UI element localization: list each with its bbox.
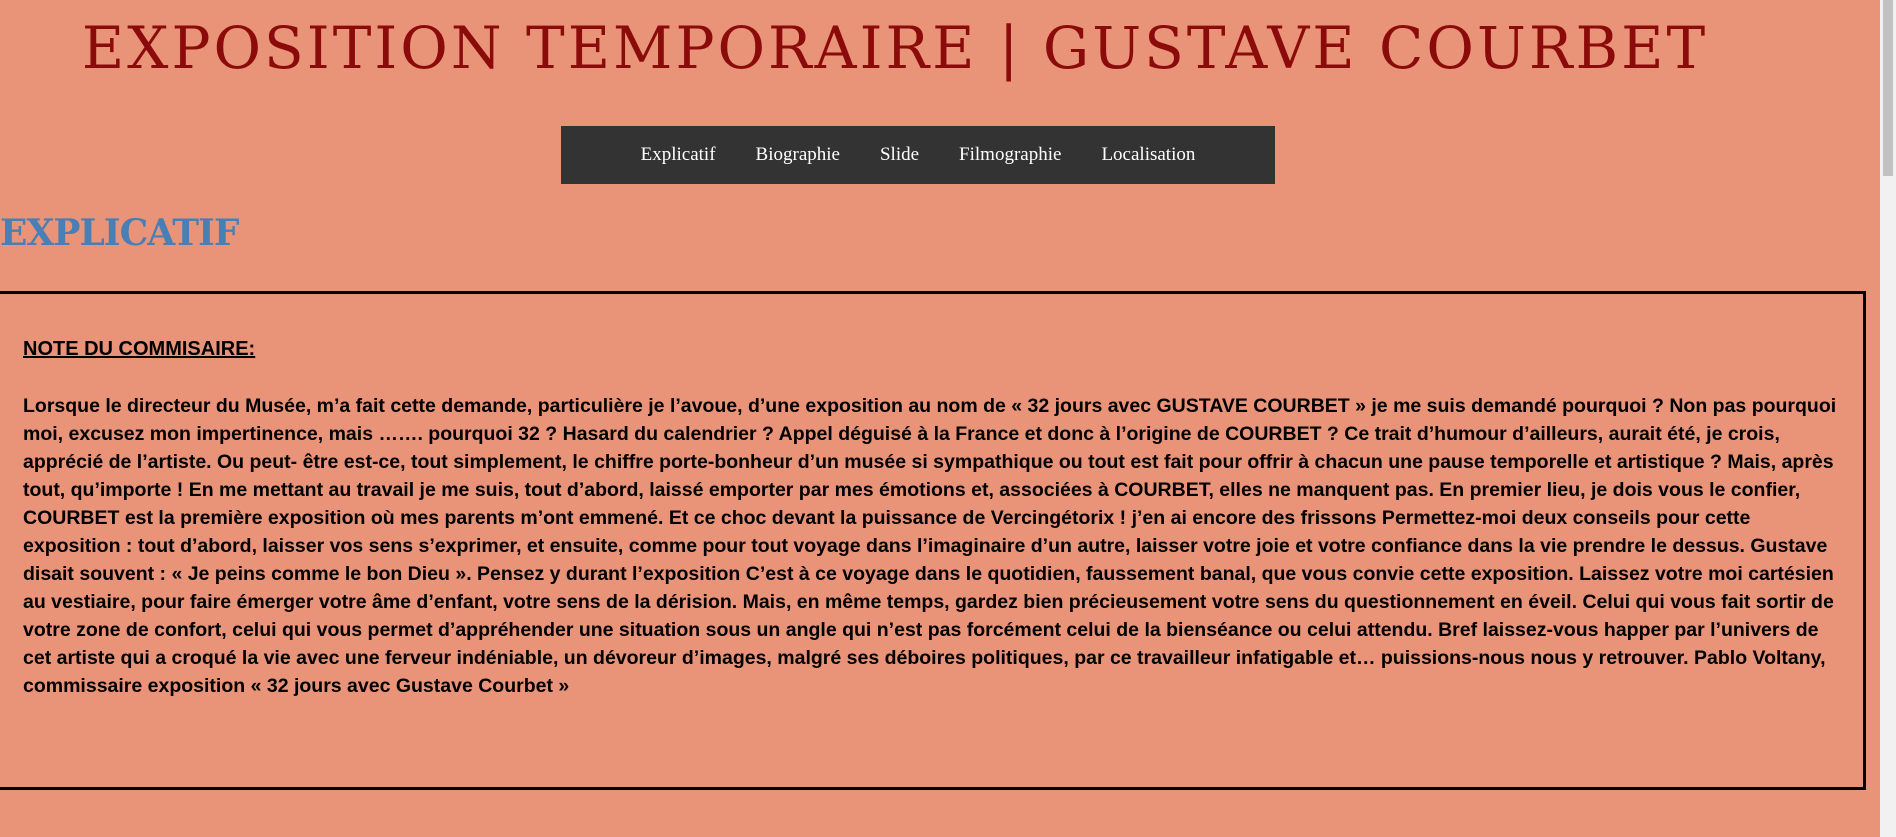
note-body: Lorsque le directeur du Musée, m’a fait …: [23, 395, 1837, 697]
page: EXPOSITION TEMPORAIRE | GUSTAVE COURBET …: [0, 0, 1896, 837]
nav-item-explicatif[interactable]: Explicatif: [641, 144, 716, 166]
scrollbar-thumb[interactable]: [1883, 0, 1893, 176]
nav-item-filmographie[interactable]: Filmographie: [959, 144, 1061, 166]
site-title: EXPOSITION TEMPORAIRE | GUSTAVE COURBET: [81, 14, 1709, 82]
nav-item-localisation[interactable]: Localisation: [1101, 144, 1195, 166]
nav-item-slide[interactable]: Slide: [880, 144, 919, 166]
section-heading: EXPLICATIF: [0, 212, 239, 254]
note-title: NOTE DU COMMISAIRE:: [23, 338, 256, 360]
vertical-scrollbar[interactable]: [1880, 0, 1896, 837]
nav-item-biographie[interactable]: Biographie: [756, 144, 840, 166]
main-nav: Explicatif Biographie Slide Filmographie…: [561, 126, 1275, 184]
curator-note-box: NOTE DU COMMISAIRE: Lorsque le directeur…: [0, 291, 1866, 790]
